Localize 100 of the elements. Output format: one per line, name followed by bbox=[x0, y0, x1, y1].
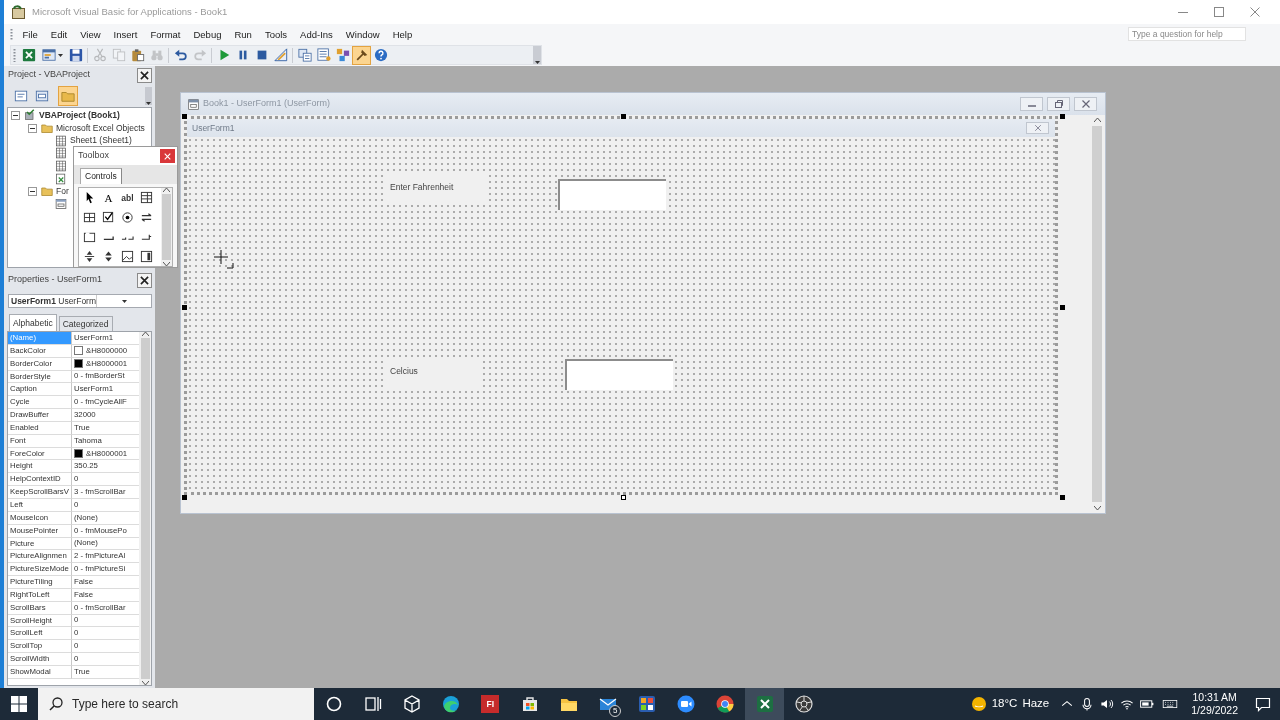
resize-handle[interactable] bbox=[182, 114, 187, 119]
close-button[interactable] bbox=[137, 272, 152, 288]
resize-handle[interactable] bbox=[1060, 305, 1065, 310]
label-tool[interactable]: A bbox=[104, 191, 113, 204]
scroll-thumb[interactable] bbox=[140, 338, 150, 679]
toolbar-options-button[interactable] bbox=[533, 46, 541, 64]
form-icon bbox=[55, 198, 67, 211]
tree-item[interactable]: Sheet1 (Sheet1) bbox=[70, 134, 132, 148]
radio-icon[interactable] bbox=[121, 210, 134, 224]
scroll-thumb[interactable] bbox=[162, 194, 171, 260]
crosshair-cursor-icon bbox=[214, 250, 234, 269]
resize-handle[interactable] bbox=[182, 305, 187, 310]
help-question-field[interactable]: Type a question for help bbox=[1128, 27, 1246, 41]
text-box[interactable] bbox=[558, 179, 666, 210]
menu-item[interactable]: Run bbox=[227, 26, 259, 42]
list-grid-icon[interactable] bbox=[83, 210, 96, 224]
notification-badge: 5 bbox=[609, 705, 622, 717]
tree-item[interactable]: For bbox=[56, 185, 69, 198]
menu-item[interactable]: Tools bbox=[258, 26, 294, 42]
clipboard-icon bbox=[130, 48, 145, 62]
form-window-icon bbox=[41, 48, 56, 62]
collapse-icon[interactable] bbox=[11, 110, 20, 120]
temperature: 18°C bbox=[991, 696, 1018, 712]
menu-item[interactable]: Window bbox=[339, 26, 387, 42]
grip-icon bbox=[13, 48, 16, 62]
spreadsheet-icon bbox=[21, 48, 36, 62]
search-field[interactable]: Type here to search bbox=[38, 688, 314, 720]
menu-item[interactable]: Format bbox=[143, 26, 187, 42]
app-icon bbox=[11, 4, 27, 20]
checkbox-tick-icon[interactable] bbox=[102, 210, 115, 224]
menu-item[interactable]: Help bbox=[386, 26, 419, 42]
sheet-grid-icon bbox=[55, 134, 67, 147]
task-view-icon bbox=[362, 694, 383, 714]
taskbar-app-button[interactable] bbox=[745, 688, 785, 720]
collapse-icon[interactable] bbox=[28, 123, 37, 133]
workbook-icon bbox=[55, 172, 67, 185]
video-camera-icon bbox=[676, 694, 697, 714]
menu-item[interactable]: Insert bbox=[107, 26, 144, 42]
object-dropdown[interactable]: UserForm1 UserForm bbox=[8, 294, 152, 308]
sheet-grid-icon bbox=[55, 147, 67, 160]
text-box[interactable] bbox=[565, 359, 673, 390]
combo-list-icon[interactable] bbox=[140, 191, 153, 205]
menu-item[interactable]: Edit bbox=[44, 26, 74, 42]
scrollbar-tool-icon[interactable] bbox=[83, 249, 96, 263]
tree-item[interactable]: VBAProject (Book1) bbox=[39, 108, 120, 122]
minimize-button[interactable] bbox=[1020, 97, 1043, 111]
menu-item[interactable]: File bbox=[16, 26, 45, 42]
menu-item[interactable]: Debug bbox=[186, 26, 228, 42]
folder-icon bbox=[41, 185, 53, 198]
close-icon bbox=[1033, 124, 1042, 132]
close-button[interactable] bbox=[137, 67, 152, 83]
tab[interactable]: Categorized bbox=[58, 316, 113, 331]
panel-title: Properties - UserForm1 bbox=[8, 273, 103, 287]
vertical-scrollbar[interactable] bbox=[1089, 115, 1105, 513]
resize-handle[interactable] bbox=[1060, 114, 1065, 119]
resize-handle[interactable] bbox=[621, 495, 626, 500]
taskbar-app-button[interactable]: 5 bbox=[588, 688, 628, 720]
clock-time: 10:31 AM bbox=[1192, 691, 1237, 704]
form-window-icon bbox=[34, 88, 49, 103]
grip-icon bbox=[10, 28, 13, 40]
resize-handle[interactable] bbox=[621, 114, 626, 119]
tab[interactable]: Alphabetic bbox=[9, 314, 57, 331]
binoculars-icon bbox=[149, 48, 164, 62]
vertical-scrollbar[interactable] bbox=[139, 332, 151, 685]
menu-item[interactable]: Add-Ins bbox=[293, 26, 340, 42]
taskbar-app-button[interactable]: FI bbox=[470, 688, 510, 720]
toolbox-button[interactable] bbox=[352, 45, 371, 65]
close-icon bbox=[140, 275, 149, 285]
redo-arrow-icon bbox=[192, 48, 207, 62]
vertical-scrollbar[interactable] bbox=[161, 188, 172, 266]
restore-button[interactable] bbox=[1047, 97, 1070, 111]
property-list-icon bbox=[316, 48, 331, 62]
close-icon bbox=[164, 152, 171, 160]
toolbox-title: Toolbox bbox=[78, 149, 110, 163]
picture-icon[interactable] bbox=[121, 249, 134, 263]
menu-item[interactable]: View bbox=[73, 26, 108, 42]
tree-item[interactable]: Microsoft Excel Objects bbox=[56, 121, 145, 135]
clock-date: 1/29/2022 bbox=[1191, 704, 1238, 717]
scroll-thumb[interactable] bbox=[1092, 126, 1102, 502]
resize-handle[interactable] bbox=[1060, 495, 1065, 500]
textbox-tool[interactable]: abl bbox=[121, 191, 134, 204]
copy-pages-icon bbox=[111, 48, 126, 62]
search-icon bbox=[49, 697, 63, 711]
sheet-grid-icon bbox=[55, 160, 67, 173]
caret-icon bbox=[534, 61, 540, 64]
aperture-icon bbox=[793, 694, 814, 714]
toolbar-options-button[interactable] bbox=[145, 86, 152, 105]
toggle-folders-button[interactable] bbox=[58, 85, 78, 106]
restore-icon bbox=[1053, 99, 1064, 109]
tab[interactable]: Controls bbox=[80, 168, 122, 184]
project-icon bbox=[24, 109, 36, 122]
collapse-icon[interactable] bbox=[28, 186, 37, 196]
refedit-icon[interactable] bbox=[140, 249, 153, 263]
maximize-icon bbox=[1214, 7, 1224, 17]
resize-handle[interactable] bbox=[182, 495, 187, 500]
frame-icon[interactable] bbox=[83, 230, 96, 244]
caret-icon bbox=[57, 53, 63, 57]
scissors-icon bbox=[92, 48, 107, 62]
code-window-icon bbox=[13, 88, 28, 103]
spin-arrows-icon[interactable] bbox=[102, 249, 115, 263]
